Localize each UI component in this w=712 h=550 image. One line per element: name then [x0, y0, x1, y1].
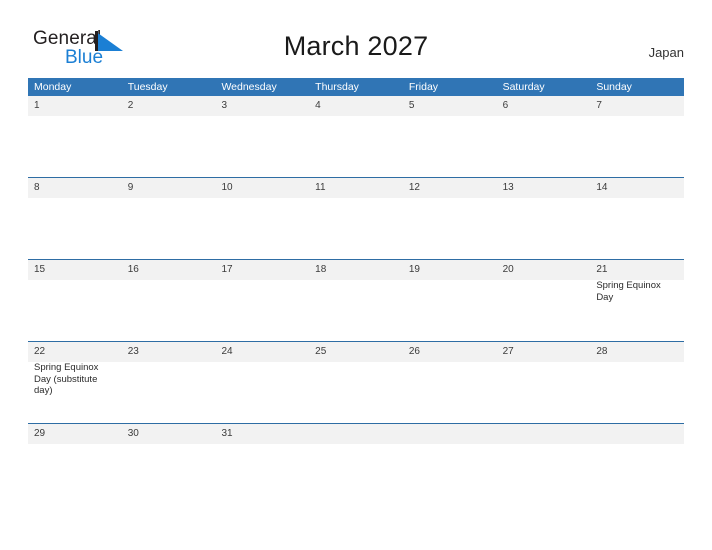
calendar-day-cell[interactable]: 23: [122, 342, 216, 423]
day-number: 8: [34, 182, 40, 193]
day-number: 11: [315, 182, 326, 193]
calendar-day-cell[interactable]: 19: [403, 260, 497, 341]
calendar-day-cell[interactable]: 2: [122, 96, 216, 177]
day-number: 4: [315, 100, 321, 111]
calendar-day-cell[interactable]: 1: [28, 96, 122, 177]
calendar-week-row: 8 9 10 11 12 13 14: [28, 177, 684, 259]
day-number: 31: [221, 428, 233, 439]
calendar-weeks: 1 2 3 4 5 6 7 8 9 10 11 12 13 14 15 16 17 18 19 20 21 Spring …: [28, 96, 684, 505]
day-number: 26: [408, 346, 420, 357]
day-number: 28: [596, 346, 608, 357]
day-number: 15: [34, 264, 46, 275]
calendar-day-cell[interactable]: 22 Spring Equinox Day (substitute day): [28, 342, 122, 423]
calendar-week-row: 1 2 3 4 5 6 7: [28, 96, 684, 177]
day-number: 7: [596, 100, 602, 111]
day-number: 17: [221, 264, 233, 275]
calendar-day-cell[interactable]: 16: [122, 260, 216, 341]
day-number: 1: [34, 100, 40, 111]
calendar-day-cell[interactable]: 27: [497, 342, 591, 423]
day-number: 25: [315, 346, 327, 357]
calendar-grid: Monday Tuesday Wednesday Thursday Friday Satu…: [28, 78, 684, 505]
calendar-day-cell[interactable]: 30: [122, 424, 216, 505]
day-number: 16: [127, 264, 139, 275]
weekday-header-saturday: Saturday: [502, 81, 545, 93]
holiday-event-label: Spring Equinox Day (substitute day): [34, 362, 99, 396]
calendar-day-cell-empty: [590, 424, 684, 505]
day-number: 10: [221, 182, 233, 193]
calendar-week-row: 15 16 17 18 19 20 21 Spring Equinox Day: [28, 259, 684, 341]
weekday-header-wednesday: Wednesday: [221, 81, 277, 93]
day-number: 27: [502, 346, 514, 357]
day-number: 2: [127, 100, 134, 111]
calendar-day-cell[interactable]: 20: [497, 260, 591, 341]
day-number: 20: [502, 264, 514, 275]
calendar-day-cell[interactable]: 25: [309, 342, 403, 423]
calendar-day-cell-empty: [403, 424, 497, 505]
day-number: 30: [127, 428, 139, 439]
calendar-day-cell[interactable]: 26: [403, 342, 497, 423]
holiday-event-label: Spring Equinox Day: [596, 280, 661, 303]
calendar-day-cell[interactable]: 12: [403, 178, 497, 259]
day-number: 21: [596, 264, 608, 275]
calendar-day-cell[interactable]: 14: [590, 178, 684, 259]
day-number: 3: [221, 100, 227, 111]
day-number: 29: [34, 428, 46, 439]
calendar-page: General Blue March 2027 Japan Monday Tues…: [0, 0, 712, 550]
page-header: General Blue March 2027 Japan: [0, 0, 712, 78]
calendar-day-cell[interactable]: 4: [309, 96, 403, 177]
calendar-day-cell[interactable]: 8: [28, 178, 122, 259]
calendar-day-cell[interactable]: 24: [215, 342, 309, 423]
day-events: Spring Equinox Day: [596, 280, 684, 303]
calendar-day-cell[interactable]: 28: [590, 342, 684, 423]
calendar-day-cell[interactable]: 18: [309, 260, 403, 341]
weekday-header-row: Monday Tuesday Wednesday Thursday Friday Satu…: [28, 78, 684, 96]
calendar-day-cell[interactable]: 29: [28, 424, 122, 505]
day-number: 19: [408, 264, 420, 275]
day-number: 22: [34, 346, 46, 357]
calendar-day-cell[interactable]: 31: [215, 424, 309, 505]
calendar-week-row: 29 30 31: [28, 423, 684, 505]
day-number: 23: [127, 346, 139, 357]
day-number: 13: [502, 182, 514, 193]
day-number: 5: [408, 100, 415, 111]
day-events: Spring Equinox Day (substitute day): [34, 362, 122, 397]
calendar-day-cell[interactable]: 5: [403, 96, 497, 177]
day-number: 9: [127, 182, 134, 193]
day-number: 18: [315, 264, 327, 275]
calendar-day-cell-empty: [309, 424, 403, 505]
day-number: 12: [408, 182, 420, 193]
weekday-header-tuesday: Tuesday: [127, 81, 168, 93]
day-number: 14: [596, 182, 608, 193]
calendar-day-cell[interactable]: 11: [309, 178, 403, 259]
calendar-week-row: 22 Spring Equinox Day (substitute day) 23 2…: [28, 341, 684, 423]
calendar-day-cell-empty: [497, 424, 591, 505]
weekday-header-sunday: Sunday: [596, 81, 632, 93]
weekday-header-monday: Monday: [34, 81, 72, 93]
day-number: 6: [502, 100, 509, 111]
calendar-day-cell[interactable]: 6: [497, 96, 591, 177]
page-title: March 2027: [283, 31, 429, 61]
weekday-header-friday: Friday: [408, 81, 439, 93]
calendar-day-cell[interactable]: 9: [122, 178, 216, 259]
calendar-day-cell[interactable]: 21 Spring Equinox Day: [590, 260, 684, 341]
day-number: 24: [221, 346, 233, 357]
calendar-day-cell[interactable]: 13: [497, 178, 591, 259]
calendar-day-cell[interactable]: 7: [590, 96, 684, 177]
calendar-day-cell[interactable]: 17: [215, 260, 309, 341]
calendar-day-cell[interactable]: 15: [28, 260, 122, 341]
country-label: Japan: [648, 45, 684, 60]
calendar-day-cell[interactable]: 3: [215, 96, 309, 177]
weekday-header-thursday: Thursday: [315, 81, 359, 93]
calendar-day-cell[interactable]: 10: [215, 178, 309, 259]
